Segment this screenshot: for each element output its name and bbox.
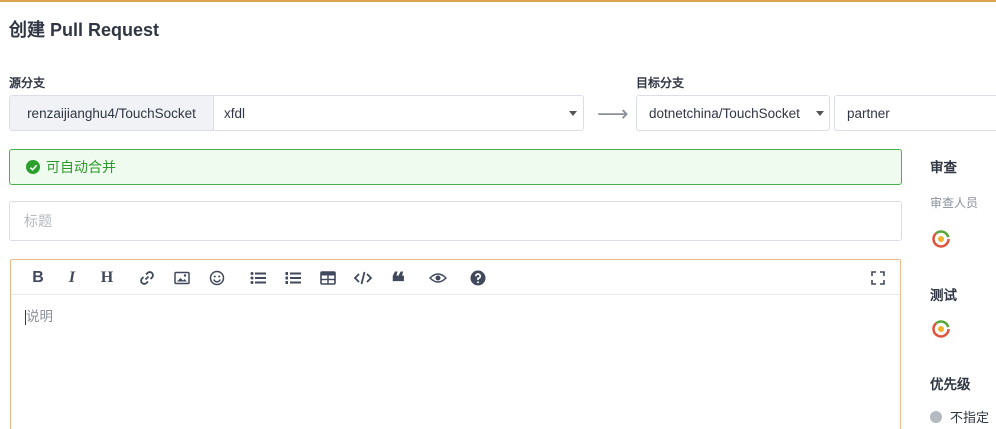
- description-editor: B I H ❝ 说明: [10, 259, 901, 429]
- merge-status-banner: 可自动合并: [9, 149, 902, 185]
- testing-heading: 测试: [930, 288, 957, 303]
- preview-icon[interactable]: [429, 269, 447, 287]
- priority-selector[interactable]: 不指定: [930, 407, 989, 426]
- bold-icon[interactable]: B: [29, 269, 47, 287]
- target-repo-value: dotnetchina/TouchSocket: [649, 105, 800, 121]
- merge-status-text: 可自动合并: [46, 159, 116, 175]
- image-icon[interactable]: [173, 269, 191, 287]
- priority-heading: 优先级: [930, 377, 971, 392]
- table-icon[interactable]: [319, 269, 337, 287]
- target-branch-dropdown[interactable]: partner: [834, 95, 996, 131]
- source-branch-value: xfdl: [224, 105, 246, 121]
- target-repo-dropdown[interactable]: dotnetchina/TouchSocket: [636, 95, 830, 131]
- priority-value: 不指定: [950, 410, 990, 425]
- description-textarea[interactable]: 说明: [11, 295, 900, 335]
- chevron-down-icon: [816, 111, 824, 116]
- code-icon[interactable]: [354, 269, 372, 287]
- check-circle-icon: [26, 160, 40, 174]
- priority-dot-icon: [930, 410, 942, 423]
- source-branch-dropdown[interactable]: xfdl: [214, 96, 583, 130]
- bullet-list-icon[interactable]: [249, 269, 267, 287]
- italic-icon[interactable]: I: [63, 269, 81, 287]
- emoji-icon[interactable]: [208, 269, 226, 287]
- reviewers-label: 审查人员: [930, 196, 979, 210]
- page-title: 创建 Pull Request: [9, 20, 160, 40]
- help-icon[interactable]: [469, 269, 487, 287]
- target-branch-value: partner: [847, 105, 890, 121]
- title-input[interactable]: [9, 201, 902, 241]
- source-branch-label: 源分支: [9, 76, 46, 90]
- quote-icon[interactable]: ❝: [389, 268, 407, 297]
- arrow-right-icon: ⟶: [597, 101, 629, 126]
- link-icon[interactable]: [138, 269, 156, 287]
- reviewer-avatar-icon[interactable]: [932, 230, 950, 248]
- review-heading: 审查: [930, 160, 957, 175]
- editor-toolbar: B I H ❝: [11, 260, 900, 297]
- heading-icon[interactable]: H: [98, 269, 116, 287]
- description-placeholder: 说明: [26, 309, 53, 324]
- numbered-list-icon[interactable]: [284, 269, 302, 287]
- top-accent-line: [0, 0, 996, 2]
- tester-avatar-icon[interactable]: [932, 320, 950, 338]
- chevron-down-icon: [569, 111, 577, 116]
- target-branch-label: 目标分支: [636, 76, 685, 90]
- source-repo: renzaijianghu4/TouchSocket: [10, 96, 214, 130]
- fullscreen-icon[interactable]: [869, 269, 887, 287]
- source-branch-selector: renzaijianghu4/TouchSocket xfdl: [9, 95, 584, 131]
